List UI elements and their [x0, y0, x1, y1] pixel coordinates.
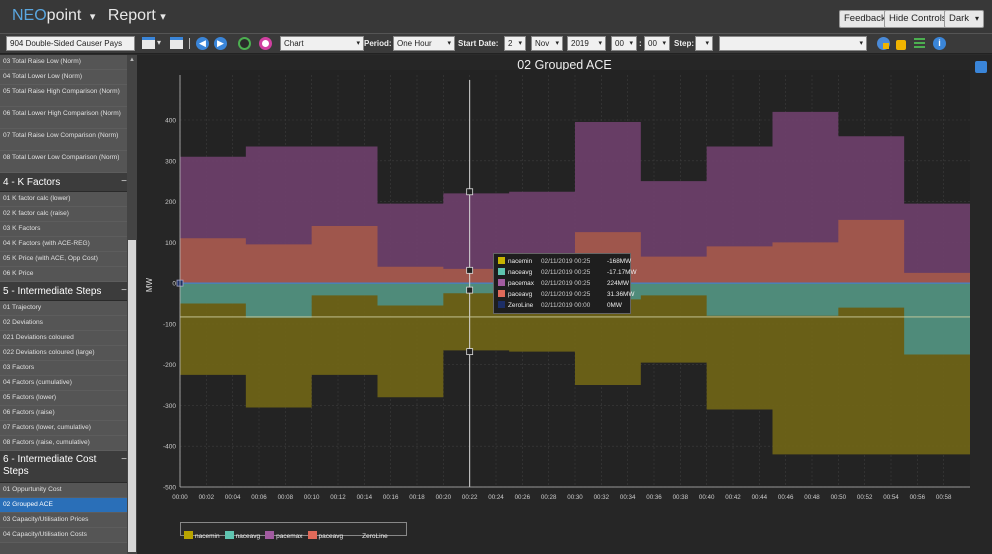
legend-label: pacemax — [276, 533, 303, 540]
y-tick-label: -300 — [163, 403, 176, 410]
x-tick-label: 00:00 — [172, 494, 188, 501]
x-tick-label: 00:14 — [357, 494, 373, 501]
tooltip-value: -168MW — [607, 258, 632, 265]
x-tick-label: 00:24 — [488, 494, 504, 501]
x-tick-label: 00:38 — [673, 494, 689, 501]
x-tick-label: 00:26 — [515, 494, 531, 501]
x-tick-label: 00:48 — [804, 494, 820, 501]
x-tick-label: 00:28 — [541, 494, 557, 501]
tooltip-value: -17.17MW — [607, 269, 637, 276]
x-tick-label: 00:54 — [883, 494, 899, 501]
tooltip-time: 02/11/2019 00:25 — [541, 291, 591, 298]
y-tick-label: 400 — [165, 118, 176, 125]
series-swatch — [498, 290, 505, 297]
x-tick-label: 00:44 — [752, 494, 768, 501]
chart-tooltip: nacemin 02/11/2019 00:25 -168MW naceavg 02/1… — [493, 253, 636, 314]
x-tick-label: 00:30 — [567, 494, 583, 501]
x-tick-label: 00:06 — [251, 494, 267, 501]
tooltip-value: 0MW — [607, 302, 622, 309]
x-tick-label: 00:34 — [620, 494, 636, 501]
crosshair-point — [466, 188, 474, 196]
x-tick-label: 00:20 — [436, 494, 452, 501]
x-tick-label: 00:46 — [778, 494, 794, 501]
legend-label: nacemin — [195, 533, 220, 540]
legend-item[interactable]: naceavg — [224, 531, 261, 540]
tooltip-row: ZeroLine 02/11/2019 00:00 0MW — [498, 301, 626, 312]
legend-item[interactable]: pacemax — [265, 531, 303, 540]
x-tick-label: 00:04 — [225, 494, 241, 501]
legend-swatch — [224, 531, 234, 539]
y-tick-label: -200 — [163, 362, 176, 369]
crosshair-point — [466, 286, 474, 294]
x-tick-label: 00:52 — [857, 494, 873, 501]
legend-label: ZeroLine — [362, 533, 388, 540]
y-tick-label: -500 — [163, 485, 176, 492]
tooltip-time: 02/11/2019 00:25 — [541, 280, 591, 287]
x-tick-label: 00:32 — [594, 494, 610, 501]
x-tick-label: 00:02 — [199, 494, 215, 501]
series-swatch — [498, 268, 505, 275]
tooltip-row: pacemax 02/11/2019 00:25 224MW — [498, 279, 630, 290]
series-swatch — [498, 279, 505, 286]
x-tick-label: 00:58 — [936, 494, 952, 501]
legend-swatch — [307, 531, 317, 539]
chart-legend: nacemin naceavg pacemax paceavg ZeroLine — [180, 522, 407, 540]
legend-item[interactable]: paceavg — [307, 531, 344, 540]
x-tick-label: 00:08 — [278, 494, 294, 501]
x-tick-label: 00:16 — [383, 494, 399, 501]
tooltip-value: 31.36MW — [607, 291, 635, 298]
app-window: { "header": { "brand_neo": "NEO", "brand… — [0, 0, 992, 554]
legend-label: naceavg — [235, 533, 261, 540]
x-tick-label: 00:42 — [725, 494, 741, 501]
legend-swatch — [265, 531, 275, 539]
tooltip-time: 02/11/2019 00:25 — [541, 269, 591, 276]
x-tick-label: 00:56 — [910, 494, 926, 501]
series-swatch — [498, 301, 505, 308]
y-tick-label: 0 — [172, 281, 176, 288]
legend-swatch — [184, 531, 193, 539]
crosshair-point — [466, 348, 474, 356]
legend-label: paceavg — [318, 533, 344, 540]
tooltip-row: paceavg 02/11/2019 00:25 31.36MW — [498, 290, 634, 301]
x-tick-label: 00:22 — [462, 494, 478, 501]
legend-item[interactable]: ZeroLine — [348, 531, 388, 540]
tooltip-series-name: naceavg — [508, 269, 533, 276]
x-tick-label: 00:40 — [699, 494, 715, 501]
x-tick-label: 00:12 — [330, 494, 346, 501]
crosshair-point — [466, 266, 474, 274]
x-tick-label: 00:36 — [646, 494, 662, 501]
y-axis-label: MW — [145, 277, 154, 292]
tooltip-series-name: paceavg — [508, 291, 533, 298]
y-tick-label: 100 — [165, 240, 176, 247]
series-swatch — [498, 257, 505, 264]
legend-item[interactable]: nacemin — [184, 531, 220, 540]
y-tick-label: -400 — [163, 444, 176, 451]
x-tick-label: 00:50 — [831, 494, 847, 501]
x-tick-label: 00:18 — [409, 494, 425, 501]
tooltip-time: 02/11/2019 00:25 — [541, 258, 591, 265]
legend-swatch — [348, 531, 360, 539]
y-tick-label: 300 — [165, 158, 176, 165]
tooltip-series-name: nacemin — [508, 258, 533, 265]
x-tick-label: 00:10 — [304, 494, 320, 501]
y-tick-label: 200 — [165, 199, 176, 206]
tooltip-row: nacemin 02/11/2019 00:25 -168MW — [498, 257, 631, 268]
tooltip-series-name: pacemax — [508, 280, 534, 287]
y-tick-label: -100 — [163, 321, 176, 328]
tooltip-series-name: ZeroLine — [508, 302, 534, 309]
tooltip-row: naceavg 02/11/2019 00:25 -17.17MW — [498, 268, 636, 279]
tooltip-time: 02/11/2019 00:00 — [541, 302, 591, 309]
tooltip-value: 224MW — [607, 280, 630, 287]
